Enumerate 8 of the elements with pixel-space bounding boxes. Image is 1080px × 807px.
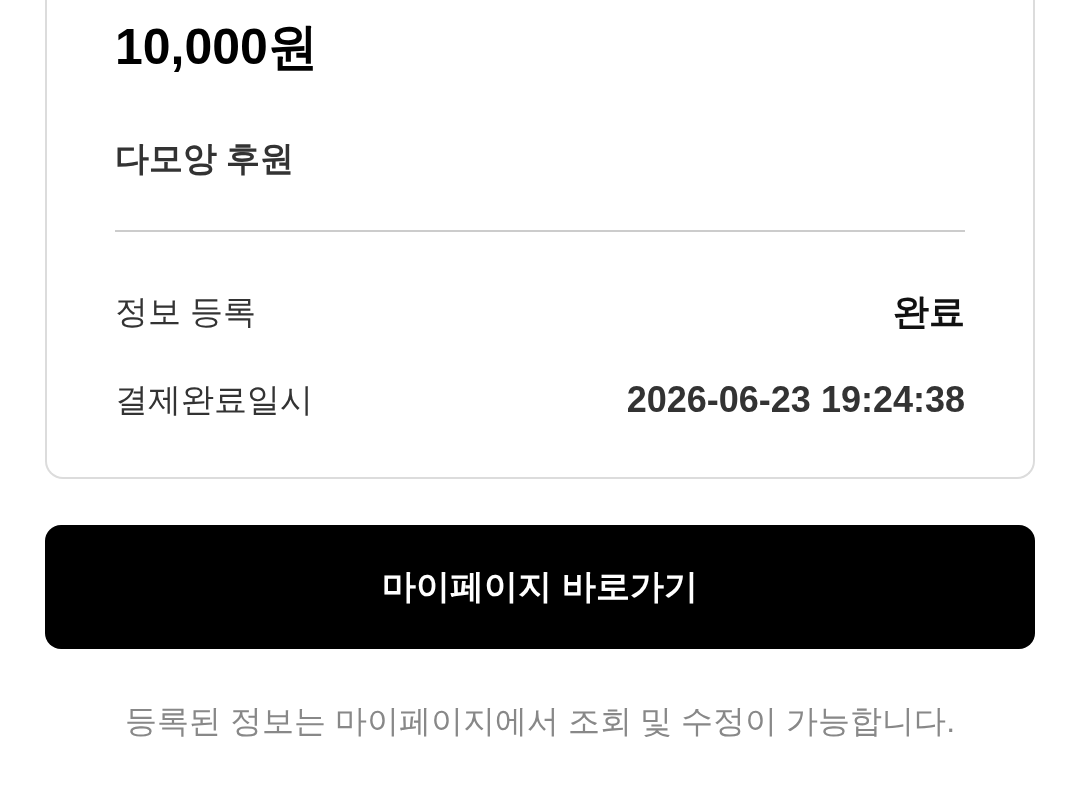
footer-note: 등록된 정보는 마이페이지에서 조회 및 수정이 가능합니다. — [124, 702, 956, 741]
payment-description: 다모앙 후원 — [115, 138, 295, 179]
payment-amount: 10,000원 — [115, 18, 318, 77]
mypage-button[interactable]: 마이페이지 바로가기 — [45, 525, 1035, 649]
detail-value: 2026-06-23 19:24:38 — [626, 378, 965, 422]
detail-label: 결제완료일시 — [115, 380, 313, 420]
detail-label: 정보 등록 — [115, 292, 257, 332]
detail-value: 완료 — [893, 290, 965, 334]
